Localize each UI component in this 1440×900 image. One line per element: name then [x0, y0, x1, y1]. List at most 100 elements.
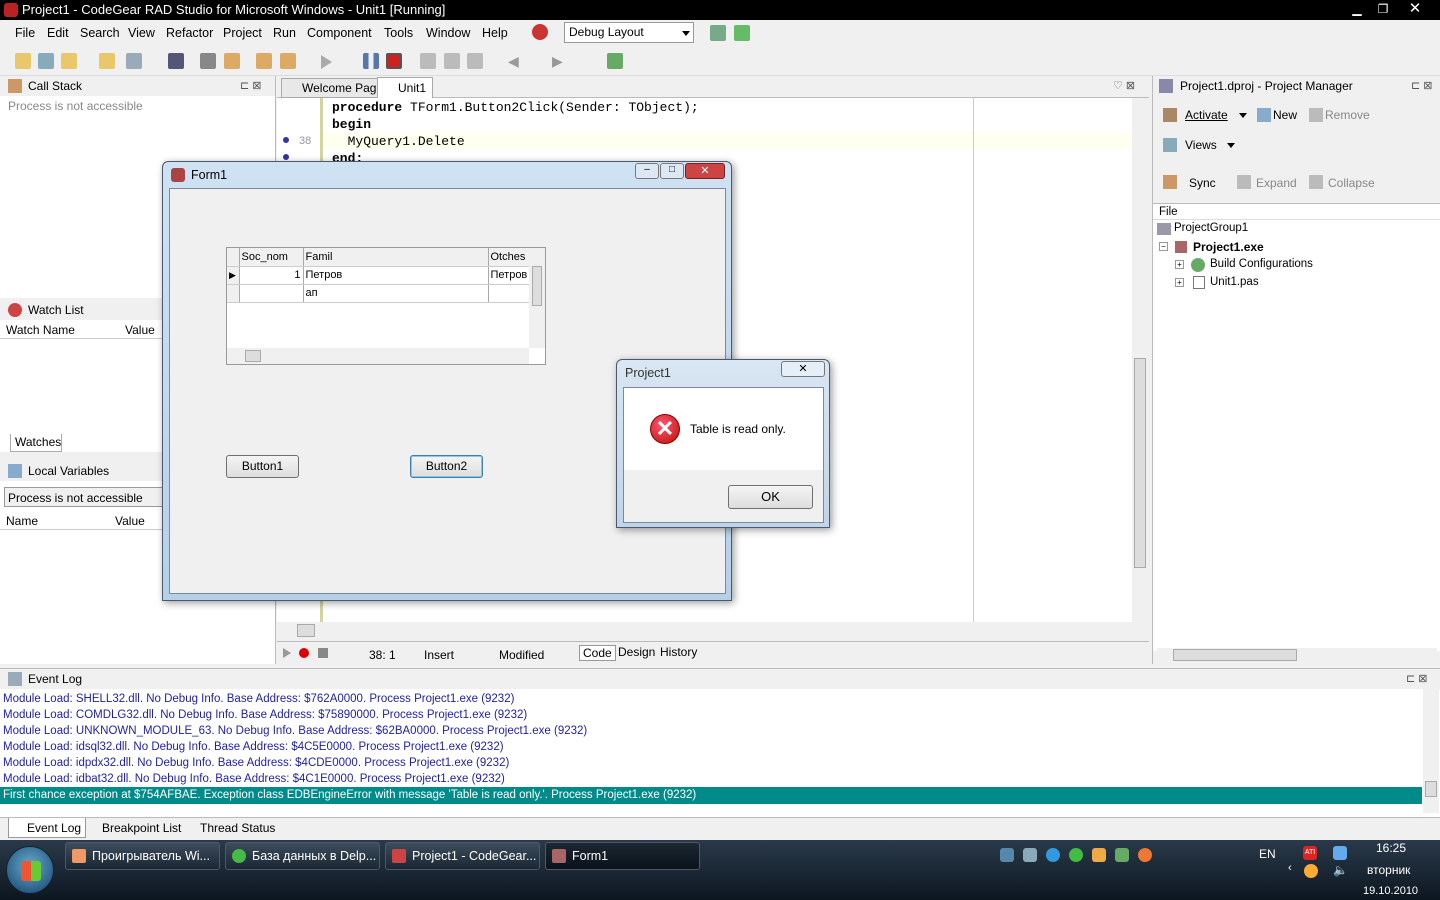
watch-col-name[interactable]: Watch Name: [6, 323, 75, 337]
menu-help[interactable]: Help: [482, 26, 508, 40]
tab-code[interactable]: Code: [579, 645, 616, 661]
pm-close-icon[interactable]: ⊏ ⊠: [1411, 79, 1433, 92]
close-icon[interactable]: ✕: [685, 163, 725, 179]
pm-hscrollbar[interactable]: [1157, 648, 1437, 662]
macro-stop-icon[interactable]: [318, 648, 328, 658]
breakpoint-dot[interactable]: [283, 137, 289, 143]
dialog-close-button[interactable]: ✕: [781, 361, 825, 377]
new-icon[interactable]: [15, 53, 31, 69]
network-icon[interactable]: [1333, 846, 1347, 860]
menu-window[interactable]: Window: [426, 26, 470, 40]
task-codegear[interactable]: Project1 - CodeGear...: [385, 842, 540, 870]
grid-cell[interactable]: [488, 284, 531, 303]
tree-group[interactable]: ProjectGroup1: [1174, 222, 1248, 234]
pm-hscroll-thumb[interactable]: [1173, 649, 1297, 661]
run-icon[interactable]: [321, 55, 332, 69]
sync-button[interactable]: Sync: [1189, 176, 1216, 190]
tab-thread-status[interactable]: Thread Status: [182, 821, 275, 835]
quicklaunch-desktop-icon[interactable]: [1000, 848, 1014, 862]
menu-file[interactable]: File: [15, 26, 35, 40]
pause-icon[interactable]: [363, 53, 379, 69]
close-icon[interactable]: ✕: [1400, 0, 1430, 18]
tree-build-config[interactable]: Build Configurations: [1210, 258, 1313, 270]
media-icon[interactable]: [1092, 848, 1106, 862]
grid-col-otches[interactable]: Otches: [488, 248, 531, 267]
reopen-icon[interactable]: [126, 53, 142, 69]
back-icon[interactable]: ◀: [508, 53, 524, 69]
clock-time[interactable]: 16:25: [1376, 841, 1406, 855]
tab-breakpoint-list[interactable]: Breakpoint List: [84, 821, 181, 835]
task-form1[interactable]: Form1: [545, 842, 700, 870]
views-button[interactable]: Views: [1185, 138, 1217, 152]
tab-event-log[interactable]: Event Log: [8, 818, 87, 838]
app-icon[interactable]: [1115, 848, 1129, 862]
menu-view[interactable]: View: [128, 26, 155, 40]
minimize-icon[interactable]: –: [635, 163, 659, 179]
collapse-node-icon[interactable]: −: [1159, 242, 1168, 251]
grid-cell[interactable]: Петров: [303, 266, 489, 285]
menu-refactor[interactable]: Refactor: [166, 26, 213, 40]
tab-welcome-page[interactable]: Welcome Page: [281, 78, 391, 98]
editor-vscrollbar[interactable]: [1132, 98, 1148, 622]
volume-icon[interactable]: 🔈: [1333, 863, 1348, 877]
layout-save-icon[interactable]: [710, 25, 726, 41]
tab-watches[interactable]: Watches: [10, 434, 62, 452]
expand-node-icon[interactable]: +: [1175, 278, 1184, 287]
new-button[interactable]: New: [1273, 108, 1297, 122]
remove-file-icon[interactable]: [280, 53, 296, 69]
remove-button[interactable]: Remove: [1325, 108, 1370, 122]
db-grid[interactable]: Soc_nom Famil Otches ▶ 1 Петров Петров а…: [226, 247, 546, 365]
layout-combo[interactable]: Debug Layout: [564, 22, 694, 43]
menu-component[interactable]: Component: [307, 26, 372, 40]
table-row[interactable]: ап: [227, 284, 531, 303]
pin-icon[interactable]: ⊏ ⊠: [240, 79, 262, 92]
local-col-name[interactable]: Name: [6, 514, 38, 528]
chevron-down-icon[interactable]: [1239, 113, 1247, 118]
ati-icon[interactable]: ATI: [1303, 846, 1317, 860]
save-icon[interactable]: [168, 53, 184, 69]
tab-unit1[interactable]: Unit1: [377, 77, 434, 98]
open-project-icon[interactable]: [38, 53, 54, 69]
grid-col-soc-nom[interactable]: Soc_nom: [239, 248, 304, 267]
tab-history[interactable]: History: [657, 645, 700, 659]
menu-search[interactable]: Search: [80, 26, 120, 40]
local-col-value[interactable]: Value: [115, 514, 145, 528]
macro-record-icon[interactable]: [299, 648, 309, 658]
quicklaunch-window-icon[interactable]: [1023, 848, 1037, 862]
tray-app-icon[interactable]: [1304, 864, 1318, 878]
restore-icon[interactable]: ❐: [1372, 0, 1394, 18]
log-vscroll-thumb[interactable]: [1425, 781, 1437, 797]
menu-run[interactable]: Run: [273, 26, 296, 40]
forward-icon[interactable]: ▶: [552, 53, 568, 69]
grid-vscroll-thumb[interactable]: [532, 266, 542, 306]
menu-tools[interactable]: Tools: [384, 26, 413, 40]
show-hidden-icon[interactable]: ‹: [1288, 862, 1292, 874]
tab-design[interactable]: Design: [615, 645, 658, 659]
chevron-down-icon[interactable]: [1227, 143, 1235, 148]
start-button[interactable]: [6, 846, 54, 894]
grid-cell[interactable]: [239, 284, 304, 303]
activate-button[interactable]: Activate: [1185, 108, 1228, 122]
hscroll-thumb[interactable]: [297, 624, 315, 637]
save-all-icon[interactable]: [200, 53, 216, 69]
add-file-icon[interactable]: [256, 53, 272, 69]
breakpoint-dot[interactable]: [283, 154, 289, 160]
editor-hscrollbar[interactable]: [277, 622, 1149, 640]
maximize-icon[interactable]: □: [660, 163, 684, 179]
firefox-icon[interactable]: [1138, 848, 1152, 862]
macro-play-icon[interactable]: [283, 648, 291, 658]
task-media-player[interactable]: Проигрыватель Wi...: [65, 842, 220, 870]
task-browser[interactable]: База данных в Delp...: [225, 842, 380, 870]
minimize-icon[interactable]: ▁: [1346, 0, 1368, 18]
open-icon[interactable]: [99, 53, 115, 69]
ok-button[interactable]: OK: [728, 485, 813, 509]
tree-unit[interactable]: Unit1.pas: [1210, 276, 1259, 288]
open-file-icon[interactable]: [224, 53, 240, 69]
stop-icon[interactable]: [386, 53, 402, 69]
table-row[interactable]: ▶ 1 Петров Петров: [227, 266, 531, 285]
trace-into-icon[interactable]: [420, 53, 436, 69]
step-over-icon[interactable]: [444, 53, 460, 69]
watch-col-value[interactable]: Value: [125, 323, 155, 337]
vscroll-thumb[interactable]: [1134, 358, 1146, 568]
helmet-icon[interactable]: [532, 24, 548, 40]
